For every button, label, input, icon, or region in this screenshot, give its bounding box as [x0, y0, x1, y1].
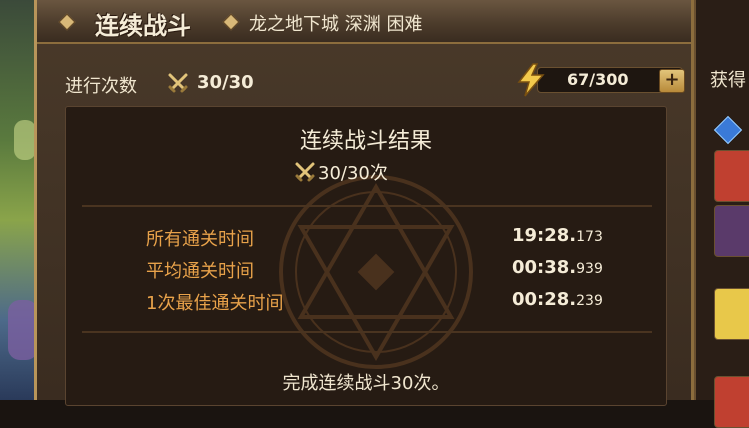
results-panel: 连续战斗结果 30/30次 所有通关时间 19:28.173 平均通关时间 00… [65, 106, 667, 406]
reward-item[interactable] [714, 288, 749, 340]
energy-value: 67/300 [567, 70, 629, 89]
results-count: 30/30次 [318, 163, 388, 184]
lightning-bolt-icon [517, 63, 545, 97]
window-title: 连续战斗 [95, 12, 191, 40]
crystal-icon [713, 115, 743, 145]
add-energy-button[interactable]: + [659, 69, 685, 93]
rewards-column: 获得 [694, 0, 749, 428]
window-header: 连续战斗 龙之地下城 深渊 困难 [37, 0, 691, 44]
progress-label: 进行次数 [65, 76, 137, 97]
bottom-divider [82, 331, 652, 333]
battle-result-window: 连续战斗 龙之地下城 深渊 困难 进行次数 30/30 67/300 + 连续战… [34, 0, 694, 406]
title-diamond-icon [58, 13, 76, 31]
stat-label-total: 所有通关时间 [146, 229, 254, 250]
progress-value: 30/30 [197, 72, 254, 93]
stat-value-average: 00:38.939 [512, 257, 603, 278]
results-title: 连续战斗结果 [299, 129, 432, 154]
reward-item[interactable] [714, 205, 749, 257]
crossed-swords-icon [168, 73, 188, 93]
dungeon-name: 龙之地下城 深渊 困难 [249, 14, 423, 35]
subtitle-diamond-icon [222, 13, 240, 31]
stat-label-best: 1次最佳通关时间 [146, 293, 284, 314]
stat-label-average: 平均通关时间 [146, 261, 254, 282]
reward-item[interactable] [714, 376, 749, 428]
stat-value-total: 19:28.173 [512, 225, 603, 246]
crossed-swords-icon [295, 162, 315, 182]
stat-value-best: 00:28.239 [512, 289, 603, 310]
rewards-label: 获得 [710, 70, 746, 91]
top-divider [82, 205, 652, 207]
scene-decoration [14, 120, 36, 160]
reward-item[interactable] [714, 150, 749, 202]
completion-message: 完成连续战斗30次。 [282, 373, 450, 394]
